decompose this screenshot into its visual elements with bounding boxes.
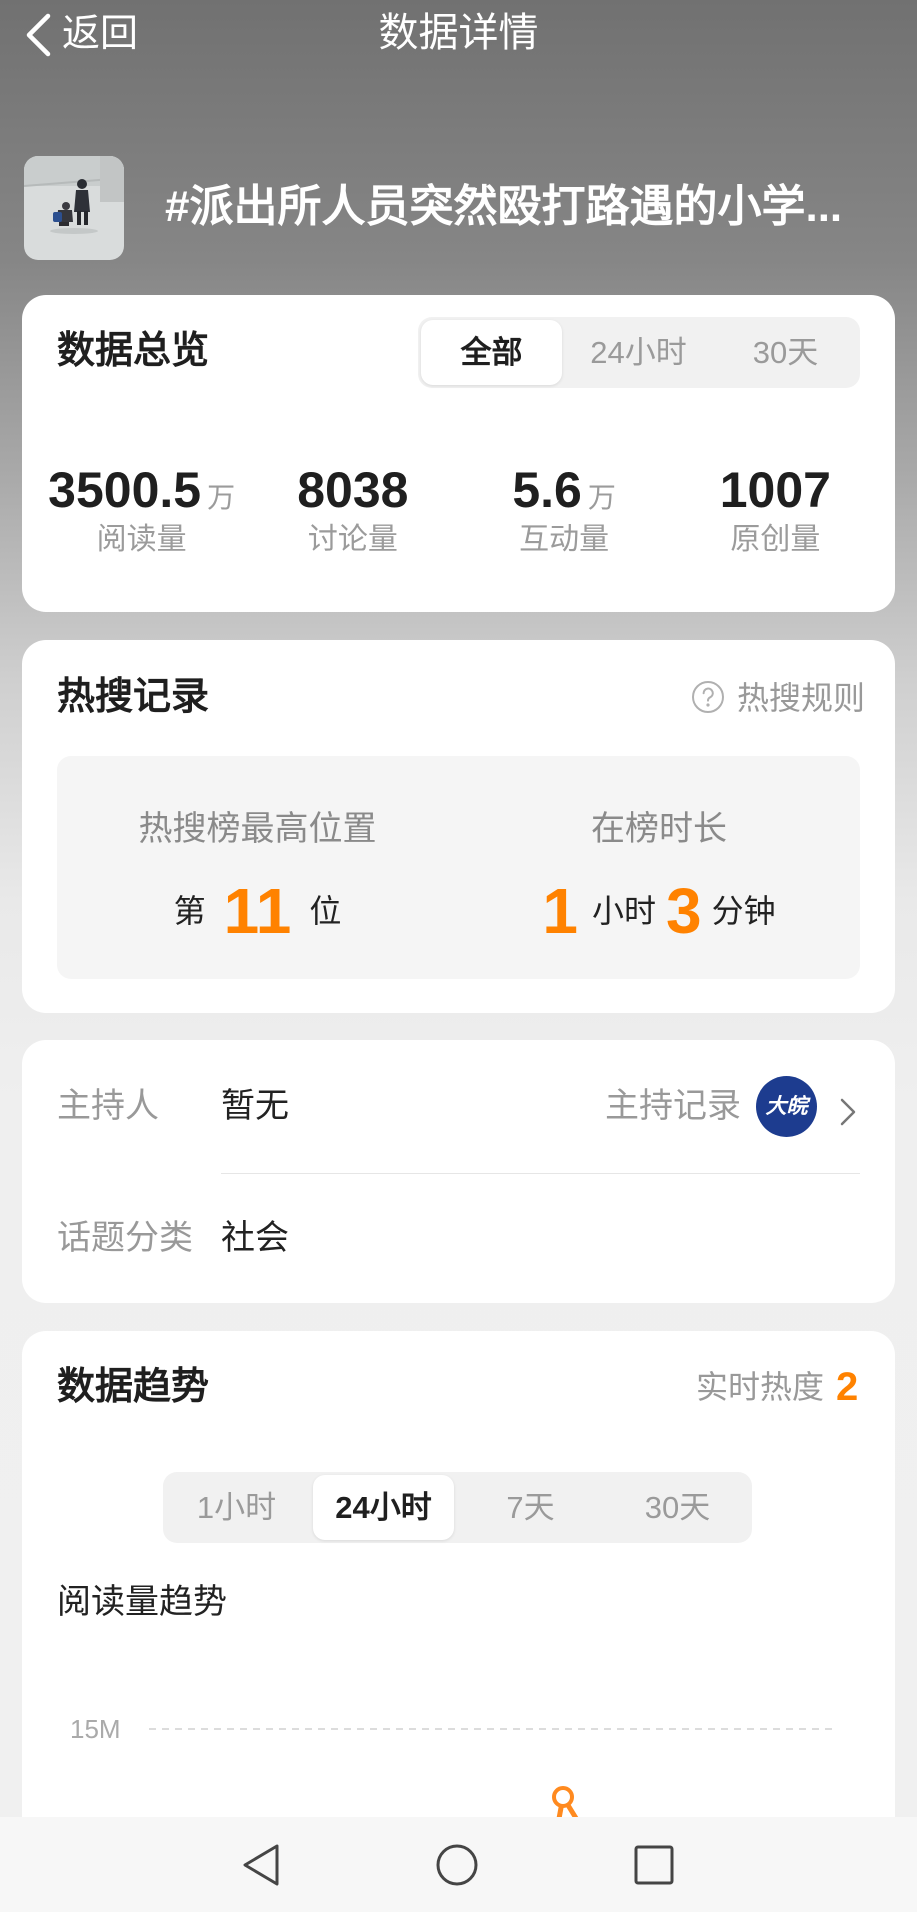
- tab-30d[interactable]: 30天: [712, 317, 859, 388]
- rules-label: 热搜规则: [737, 680, 866, 716]
- best-position: 热搜榜最高位置 第 11 位: [57, 756, 458, 979]
- duration-minutes-unit: 分钟: [711, 893, 776, 929]
- host-avatar[interactable]: 大皖: [756, 1076, 817, 1137]
- stat-value: 8038: [297, 462, 409, 518]
- category-label: 话题分类: [57, 1219, 193, 1257]
- duration-hours: 1: [542, 875, 578, 947]
- stat-reads: 3500.5 万 阅读量: [36, 460, 247, 558]
- overview-range-tabs: 全部 24小时 30天: [418, 317, 860, 388]
- tab-7d[interactable]: 7天: [457, 1472, 604, 1543]
- trend-range-tabs: 1小时 24小时 7天 30天: [163, 1472, 752, 1543]
- stat-label: 讨论量: [307, 523, 398, 556]
- hot-search-title: 热搜记录: [57, 676, 210, 718]
- category-value: 社会: [221, 1219, 289, 1257]
- topic-info-card: 主持人 暂无 主持记录 大皖 话题分类 社会: [22, 1040, 895, 1303]
- question-circle-icon: [692, 681, 724, 713]
- best-position-value: 11: [223, 875, 292, 947]
- back-label: 返回: [62, 13, 139, 55]
- duration-hours-unit: 小时: [591, 893, 656, 929]
- back-button[interactable]: 返回: [18, 4, 148, 64]
- nav-recents-button[interactable]: [630, 1841, 678, 1889]
- home-circle-icon: [436, 1844, 478, 1886]
- host-record-label: 主持记录: [605, 1087, 741, 1125]
- hot-search-summary: 热搜榜最高位置 第 11 位 在榜时长 1 小时 3 分钟: [57, 756, 860, 979]
- host-record-link[interactable]: 主持记录 大皖: [605, 1070, 865, 1142]
- stat-unit: 万: [587, 482, 616, 513]
- stat-discussions: 8038 讨论量: [247, 460, 458, 558]
- hot-search-rules-link[interactable]: 热搜规则: [691, 678, 891, 718]
- stat-originals: 1007 原创量: [670, 460, 881, 558]
- stat-value: 1007: [719, 462, 831, 518]
- best-position-label: 热搜榜最高位置: [138, 810, 377, 848]
- duration-minutes: 3: [666, 875, 702, 947]
- chart-title: 阅读量趋势: [57, 1583, 227, 1621]
- chevron-left-icon: [26, 13, 51, 57]
- system-nav-bar: [0, 1817, 917, 1912]
- recents-square-icon: [634, 1845, 674, 1885]
- chevron-right-icon[interactable]: [838, 1096, 858, 1128]
- tab-30d[interactable]: 30天: [604, 1472, 751, 1543]
- nav-back-button[interactable]: [237, 1841, 285, 1889]
- tab-all[interactable]: 全部: [418, 317, 565, 388]
- topic-thumbnail: [24, 156, 124, 260]
- duration-label: 在榜时长: [591, 810, 727, 848]
- best-position-suffix: 位: [309, 893, 342, 929]
- stat-unit: 万: [207, 482, 236, 513]
- topic-title: #派出所人员突然殴打路遇的小学...: [165, 182, 843, 231]
- overview-title: 数据总览: [57, 330, 210, 372]
- on-list-duration: 在榜时长 1 小时 3 分钟: [458, 756, 860, 979]
- stat-value: 5.6: [512, 462, 582, 518]
- stat-value: 3500.5: [48, 462, 202, 518]
- overview-card: 数据总览 全部 24小时 30天 3500.5 万 阅读量 8038 讨论量 5.…: [22, 295, 895, 612]
- divider: [221, 1173, 860, 1174]
- host-value: 暂无: [221, 1087, 289, 1125]
- peak-point: [552, 1786, 574, 1808]
- stat-label: 原创量: [730, 523, 821, 556]
- realtime-heat-label: 实时热度: [696, 1369, 825, 1405]
- realtime-heat-value: 2: [836, 1365, 859, 1409]
- page-title: 数据详情: [378, 11, 539, 55]
- tab-24h[interactable]: 24小时: [310, 1472, 457, 1543]
- trend-title: 数据趋势: [57, 1366, 210, 1408]
- tab-1h[interactable]: 1小时: [163, 1472, 310, 1543]
- stat-label: 互动量: [519, 523, 610, 556]
- stat-label: 阅读量: [96, 523, 187, 556]
- stat-interactions: 5.6 万 互动量: [459, 460, 670, 558]
- host-label: 主持人: [57, 1087, 159, 1125]
- best-position-prefix: 第: [173, 893, 206, 929]
- hot-search-card: 热搜记录 热搜规则 热搜榜最高位置 第 11 位 在榜时长 1 小时 3 分钟: [22, 640, 895, 1013]
- tab-24h[interactable]: 24小时: [565, 317, 712, 388]
- stats-row: 3500.5 万 阅读量 8038 讨论量 5.6 万 互动量 1007 原创量: [36, 460, 881, 558]
- back-triangle-icon: [243, 1844, 279, 1886]
- nav-home-button[interactable]: [433, 1841, 481, 1889]
